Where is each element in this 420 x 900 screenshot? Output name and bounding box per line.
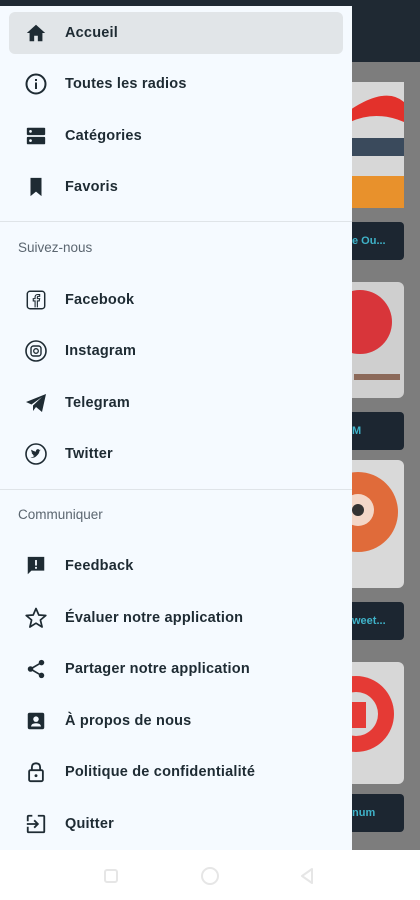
home-icon bbox=[24, 21, 48, 45]
system-navigation-bar bbox=[0, 850, 420, 900]
menu-item-label: Catégories bbox=[65, 128, 142, 144]
menu-item-politique[interactable]: Politique de confidentialité bbox=[9, 751, 343, 793]
telegram-icon bbox=[24, 391, 48, 415]
menu-item-quitter[interactable]: Quitter bbox=[9, 803, 343, 845]
menu-item-instagram[interactable]: Instagram bbox=[9, 330, 343, 372]
navigation-drawer: Accueil Toutes les radios Catégories Fav… bbox=[0, 0, 352, 850]
menu-item-feedback[interactable]: Feedback bbox=[9, 545, 343, 587]
feedback-icon bbox=[24, 554, 48, 578]
menu-item-partager[interactable]: Partager notre application bbox=[9, 648, 343, 690]
menu-item-telegram[interactable]: Telegram bbox=[9, 382, 343, 424]
menu-item-categories[interactable]: Catégories bbox=[9, 115, 343, 157]
menu-item-label: À propos de nous bbox=[65, 713, 192, 729]
twitter-icon bbox=[24, 442, 48, 466]
lock-icon bbox=[24, 760, 48, 784]
menu-item-label: Favoris bbox=[65, 179, 118, 195]
menu-item-label: Instagram bbox=[65, 343, 137, 359]
divider bbox=[0, 221, 352, 222]
menu-item-label: Toutes les radios bbox=[65, 76, 187, 92]
exit-icon bbox=[24, 812, 48, 836]
menu-item-label: Partager notre application bbox=[65, 661, 250, 677]
categories-icon bbox=[24, 124, 48, 148]
facebook-icon bbox=[24, 288, 48, 312]
menu-item-label: Accueil bbox=[65, 25, 118, 41]
bookmark-icon bbox=[24, 175, 48, 199]
menu-item-toutes-les-radios[interactable]: Toutes les radios bbox=[9, 63, 343, 105]
info-icon bbox=[24, 72, 48, 96]
menu-item-a-propos[interactable]: À propos de nous bbox=[9, 700, 343, 742]
menu-item-label: Feedback bbox=[65, 558, 134, 574]
share-icon bbox=[24, 657, 48, 681]
section-title-suivez-nous: Suivez-nous bbox=[18, 240, 93, 255]
menu-item-label: Facebook bbox=[65, 292, 135, 308]
divider bbox=[0, 489, 352, 490]
home-button-icon[interactable] bbox=[200, 866, 220, 891]
back-icon[interactable] bbox=[300, 868, 314, 889]
menu-item-label: Telegram bbox=[65, 395, 130, 411]
menu-item-label: Twitter bbox=[65, 446, 113, 462]
menu-item-evaluer[interactable]: Évaluer notre application bbox=[9, 597, 343, 639]
menu-item-label: Politique de confidentialité bbox=[65, 764, 256, 780]
menu-item-label: Quitter bbox=[65, 816, 114, 832]
menu-item-favoris[interactable]: Favoris bbox=[9, 166, 343, 208]
instagram-icon bbox=[24, 339, 48, 363]
star-icon bbox=[24, 606, 48, 630]
section-title-communiquer: Communiquer bbox=[18, 507, 103, 522]
menu-item-facebook[interactable]: Facebook bbox=[9, 279, 343, 321]
menu-item-label: Évaluer notre application bbox=[65, 610, 244, 626]
menu-item-twitter[interactable]: Twitter bbox=[9, 433, 343, 475]
status-strip bbox=[0, 0, 352, 6]
account-box-icon bbox=[24, 709, 48, 733]
menu-item-accueil[interactable]: Accueil bbox=[9, 12, 343, 54]
recents-icon[interactable] bbox=[104, 869, 118, 888]
